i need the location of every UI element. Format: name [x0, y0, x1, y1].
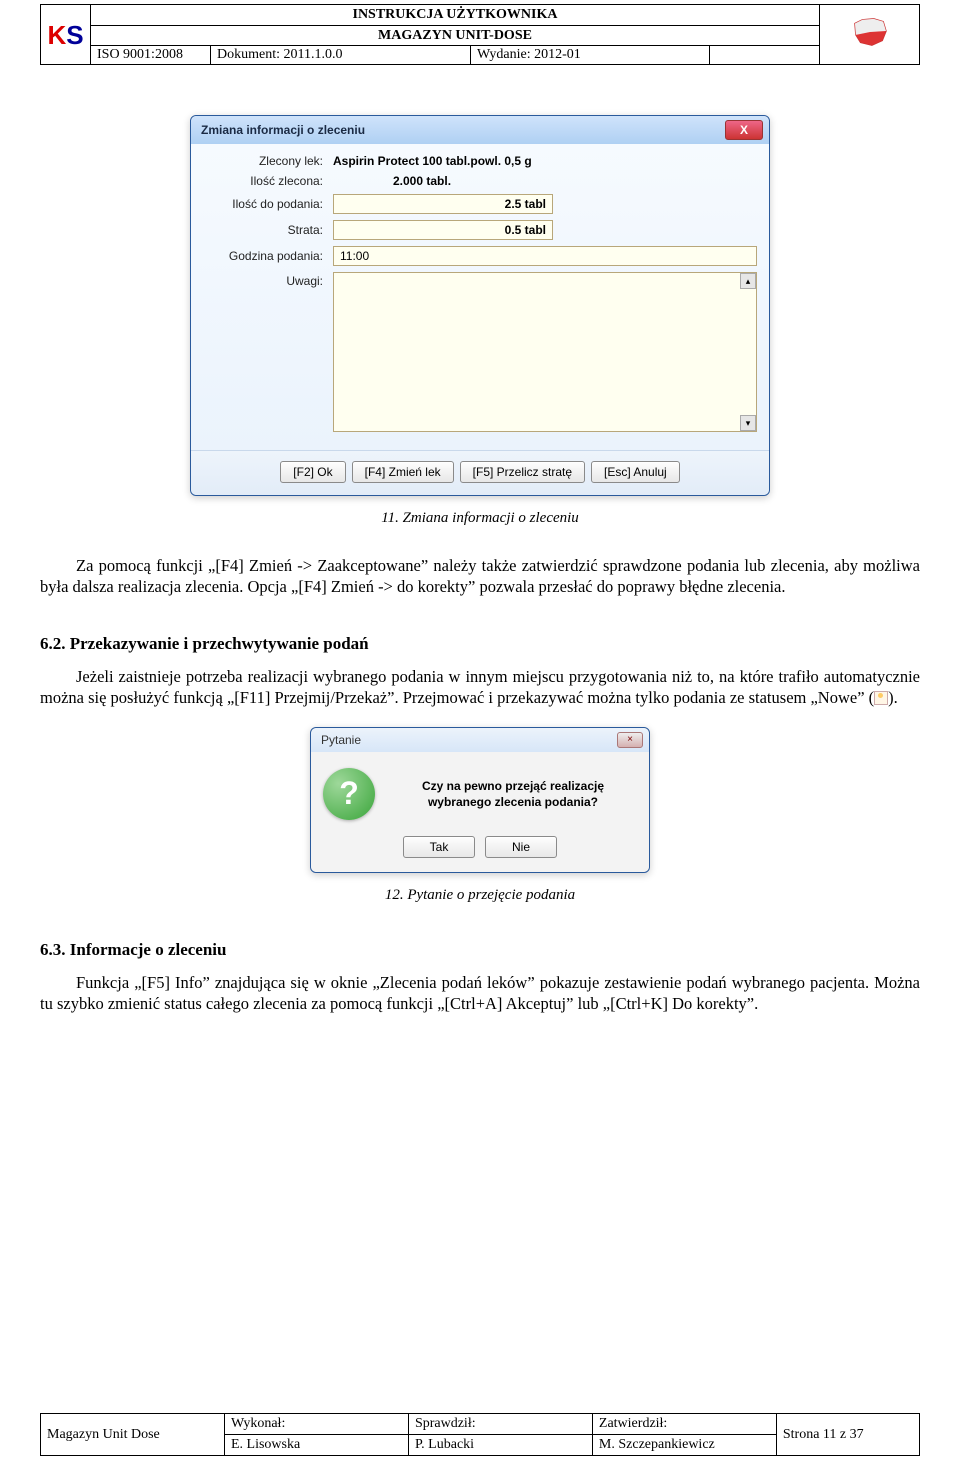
label-ilosc-zlecona: Ilość zlecona: [203, 174, 333, 188]
header-title-1: INSTRUKCJA UŻYTKOWNIKA [91, 5, 820, 26]
footer-page: Strona 11 z 37 [776, 1414, 919, 1456]
close-icon[interactable]: X [725, 120, 763, 140]
dialog2-titlebar[interactable]: Pytanie × [311, 728, 649, 752]
input-strata[interactable]: 0.5 tabl [333, 220, 553, 240]
dialog-zmiana-informacji: Zmiana informacji o zleceniu X Zlecony l… [190, 115, 770, 496]
scroll-down-icon[interactable]: ▾ [740, 415, 756, 431]
dialog1-title: Zmiana informacji o zleceniu [197, 123, 725, 137]
close-icon[interactable]: × [617, 732, 643, 748]
label-strata: Strata: [203, 223, 333, 237]
paragraph-3: Funkcja „[F5] Info” znajdująca się w okn… [40, 972, 920, 1015]
footer-sprawdzil-value: P. Lubacki [408, 1435, 592, 1456]
header-title-2: MAGAZYN UNIT-DOSE [91, 26, 820, 46]
figure-caption-11: 11. Zmiana informacji o zleceniu [40, 510, 920, 527]
footer-wykonal-value: E. Lisowska [224, 1435, 408, 1456]
dialog2-title: Pytanie [317, 733, 617, 747]
header-doc: Dokument: 2011.1.0.0 [211, 46, 471, 65]
zmien-lek-button[interactable]: [F4] Zmień lek [352, 461, 454, 483]
footer-left: Magazyn Unit Dose [41, 1414, 225, 1456]
paragraph-1: Za pomocą funkcji „[F4] Zmień -> Zaakcep… [40, 555, 920, 598]
poland-map-icon [851, 16, 889, 48]
textarea-uwagi[interactable]: ▴ ▾ [333, 272, 757, 432]
no-button[interactable]: Nie [485, 836, 557, 858]
label-ilosc-do-podania: Ilość do podania: [203, 197, 333, 211]
header-issue: Wydanie: 2012-01 [471, 46, 710, 65]
right-logo-cell [820, 5, 920, 65]
document-footer: Magazyn Unit Dose Wykonał: Sprawdził: Za… [40, 1413, 920, 1456]
value-zlecony-lek: Aspirin Protect 100 tabl.powl. 0,5 g [333, 154, 757, 168]
label-zlecony-lek: Zlecony lek: [203, 154, 333, 168]
ok-button[interactable]: [F2] Ok [280, 461, 345, 483]
dialog1-titlebar[interactable]: Zmiana informacji o zleceniu X [191, 116, 769, 144]
heading-6-2: 6.2. Przekazywanie i przechwytywanie pod… [40, 634, 920, 654]
input-godzina-podania[interactable]: 11:00 [333, 246, 757, 266]
input-ilosc-do-podania[interactable]: 2.5 tabl [333, 194, 553, 214]
label-godzina-podania: Godzina podania: [203, 249, 333, 263]
status-nowe-icon [874, 691, 888, 705]
heading-6-3: 6.3. Informacje o zleceniu [40, 940, 920, 960]
footer-zatwierdzil-value: M. Szczepankiewicz [592, 1435, 776, 1456]
anuluj-button[interactable]: [Esc] Anuluj [591, 461, 680, 483]
footer-wykonal-label: Wykonał: [224, 1414, 408, 1435]
value-ilosc-zlecona: 2.000 tabl. [333, 174, 757, 188]
przelicz-strate-button[interactable]: [F5] Przelicz stratę [460, 461, 585, 483]
logo-cell: KS [41, 5, 91, 65]
label-uwagi: Uwagi: [203, 272, 333, 288]
document-header: KS INSTRUKCJA UŻYTKOWNIKA MAGAZYN UNIT-D… [40, 4, 920, 65]
scroll-up-icon[interactable]: ▴ [740, 273, 756, 289]
footer-sprawdzil-label: Sprawdził: [408, 1414, 592, 1435]
question-icon: ? [323, 768, 375, 820]
paragraph-2: Jeżeli zaistnieje potrzeba realizacji wy… [40, 666, 920, 709]
dialog-pytanie: Pytanie × ? Czy na pewno przejąć realiza… [310, 727, 650, 873]
header-empty [710, 46, 820, 65]
ks-logo: KS [42, 22, 89, 48]
footer-zatwierdzil-label: Zatwierdził: [592, 1414, 776, 1435]
dialog2-message: Czy na pewno przejąć realizację wybraneg… [389, 778, 637, 810]
yes-button[interactable]: Tak [403, 836, 475, 858]
header-iso: ISO 9001:2008 [91, 46, 211, 65]
figure-caption-12: 12. Pytanie o przejęcie podania [40, 887, 920, 904]
